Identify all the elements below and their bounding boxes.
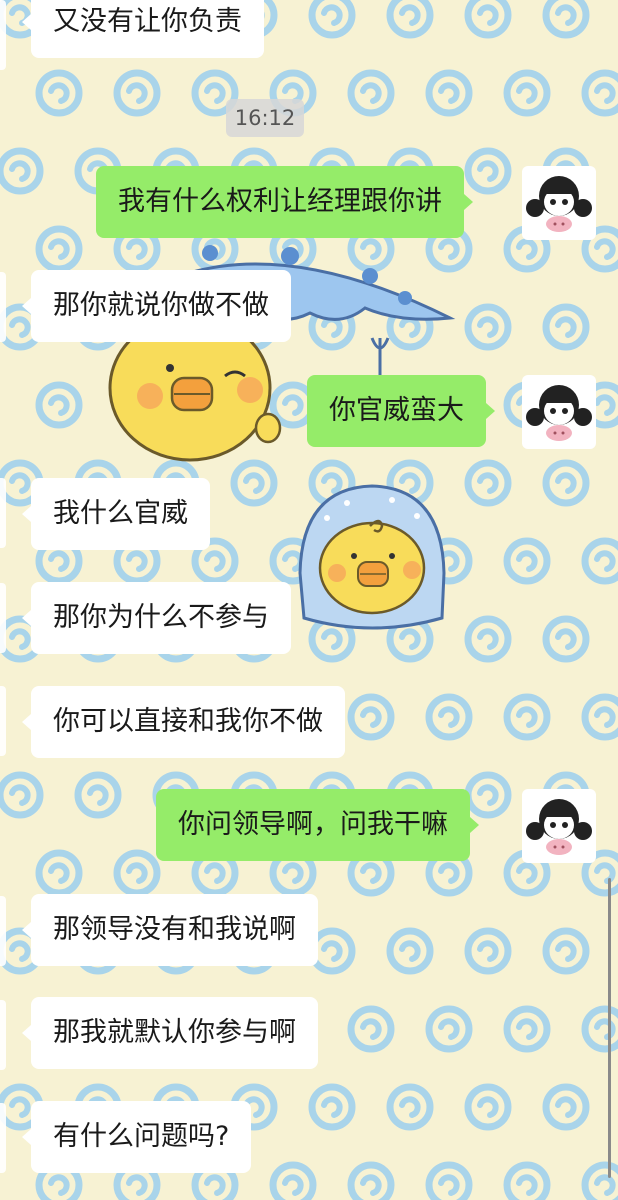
outgoing-message[interactable]: 你官威蛮大 [307,375,495,447]
incoming-message[interactable]: 那领导没有和我说啊 [22,894,318,966]
partial-avatar [0,272,6,342]
incoming-message[interactable]: 我什么官威 [22,478,210,550]
partial-avatar [0,1103,6,1173]
partial-avatar [0,1000,6,1070]
partial-avatar [0,478,6,548]
message-timestamp: 16:12 [226,99,304,137]
incoming-message[interactable]: 那我就默认你参与啊 [22,997,318,1069]
incoming-message[interactable]: 那你为什么不参与 [22,582,291,654]
partial-avatar [0,896,6,966]
girl-with-pig-avatar-icon[interactable] [522,789,596,863]
incoming-message[interactable]: 你可以直接和我你不做 [22,686,345,758]
girl-with-pig-avatar-icon[interactable] [522,166,596,240]
incoming-message[interactable]: 又没有让你负责 [22,0,264,58]
incoming-message[interactable]: 有什么问题吗? [21,1101,252,1173]
partial-avatar [0,686,6,756]
partial-avatar [0,0,6,70]
incoming-message[interactable]: 那你就说你做不做 [22,270,291,342]
scrollbar[interactable] [608,878,611,1178]
partial-avatar [0,583,6,653]
outgoing-message[interactable]: 我有什么权利让经理跟你讲 [96,166,473,238]
chick-in-raincoat-sticker [298,484,446,630]
outgoing-message[interactable]: 你问领导啊，问我干嘛 [156,789,479,861]
girl-with-pig-avatar-icon[interactable] [522,375,596,449]
chick-with-umbrella-sticker [108,245,456,462]
